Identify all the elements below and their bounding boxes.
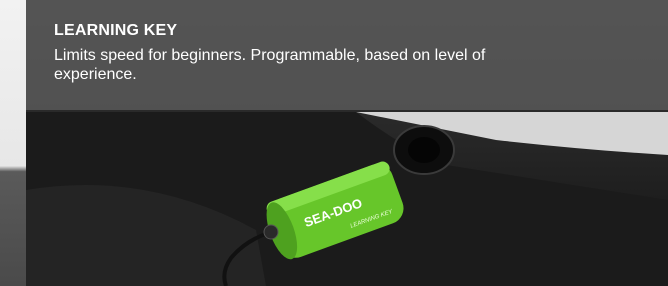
socket-hole (408, 137, 440, 163)
lanyard-clip (263, 224, 279, 240)
product-photo: SEA-DOO LEARNING KEY LEARNING KEY Limits… (26, 0, 668, 286)
caption-text: Limits speed for beginners. Programmable… (54, 47, 486, 83)
page-margin-strip (0, 0, 26, 286)
caption-title: LEARNING KEY (54, 22, 178, 39)
caption-band: LEARNING KEY Limits speed for beginners.… (26, 0, 668, 110)
